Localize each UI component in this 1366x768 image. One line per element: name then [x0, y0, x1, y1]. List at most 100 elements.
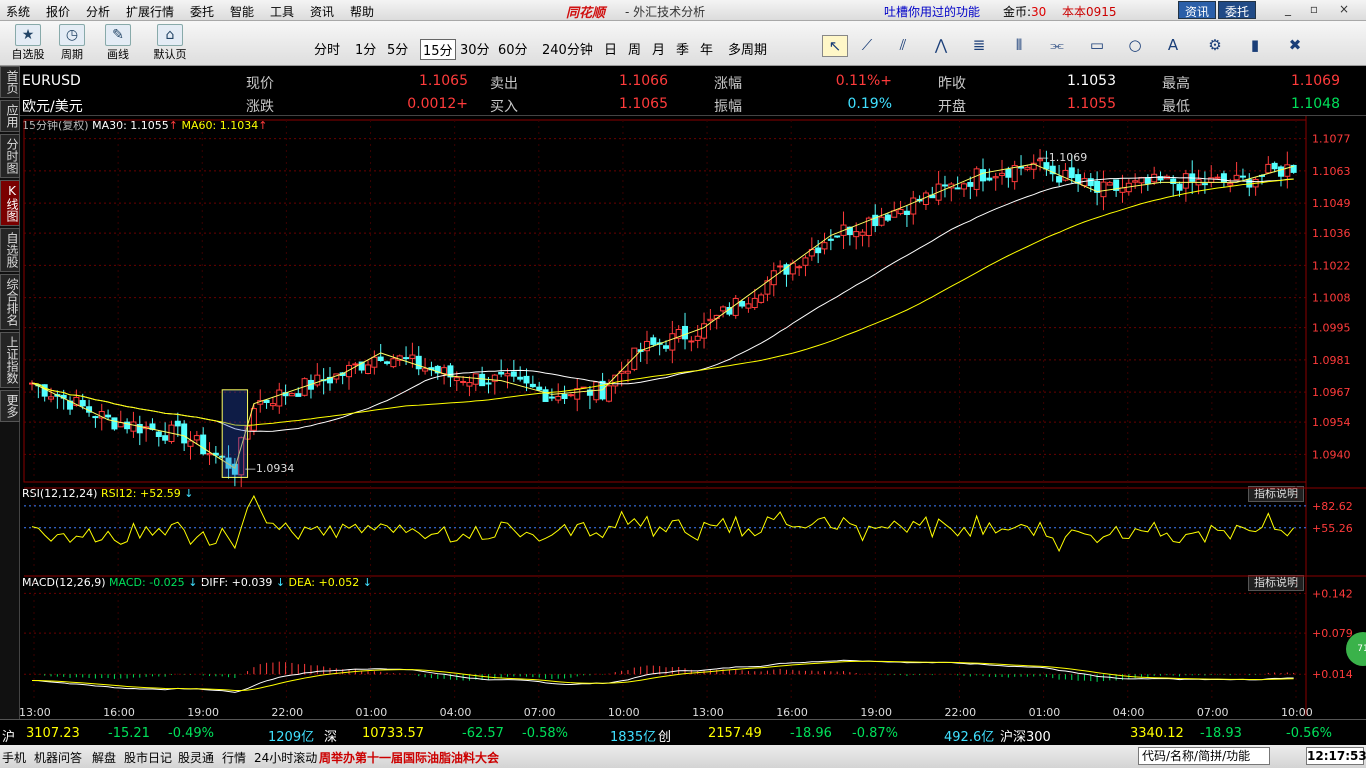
candle-body-187: [1214, 176, 1221, 179]
period-9[interactable]: 月: [652, 39, 665, 58]
candle-body-39: [276, 389, 283, 407]
bottom-bar: 周举办第十一届国际油脂油料大会 代码/名称/简拼/功能 12:17:53 手机机…: [0, 745, 1366, 768]
period-0[interactable]: 分时: [314, 39, 340, 58]
trade-button[interactable]: 委托: [1218, 1, 1257, 19]
draw-tool-6[interactable]: ⫘: [1044, 35, 1070, 57]
period-1[interactable]: 1分: [355, 39, 376, 58]
time-tick-13: 04:00: [1113, 706, 1145, 719]
bottom-tab-4[interactable]: 股灵通: [178, 749, 214, 766]
draw-tool-9[interactable]: A: [1160, 35, 1186, 57]
period-icon: ◷: [59, 24, 85, 46]
draw-tool-4[interactable]: ≣: [966, 35, 992, 57]
kline-chart[interactable]: 1.1077 1.1063 1.1049 1.1036 1.1022 1.1008 1.09…: [20, 116, 1366, 719]
candle-body-3: [48, 396, 55, 400]
default-page-button[interactable]: ⌂ 默认页: [148, 24, 192, 64]
menu-item-3[interactable]: 扩展行情: [126, 3, 174, 20]
period-11[interactable]: 年: [700, 39, 713, 58]
menu-item-7[interactable]: 资讯: [310, 3, 334, 20]
selection-box: [221, 389, 249, 478]
watchlist-button-label: 自选股: [11, 48, 45, 61]
window-button-0[interactable]: _: [1278, 2, 1298, 18]
candle-body-57: [390, 358, 397, 368]
menu-item-2[interactable]: 分析: [86, 3, 110, 20]
menu-item-6[interactable]: 工具: [270, 3, 294, 20]
candle-body-197: [1277, 166, 1284, 177]
nav-6[interactable]: 上证指数: [0, 332, 20, 388]
time-tick-9: 16:00: [776, 706, 808, 719]
candle-body-150: [980, 169, 986, 182]
draw-icon: ✎: [105, 24, 131, 46]
period-button[interactable]: ◷ 周期: [50, 24, 94, 64]
news-scroll[interactable]: 周举办第十一届国际油脂油料大会: [319, 749, 499, 766]
account-name[interactable]: 本本0915: [1062, 3, 1117, 20]
default-page-button-label: 默认页: [153, 48, 187, 61]
bottom-tab-2[interactable]: 解盘: [92, 749, 116, 766]
period-6[interactable]: 240分钟: [542, 39, 593, 58]
menu-item-1[interactable]: 报价: [46, 3, 70, 20]
period-10[interactable]: 季: [676, 39, 689, 58]
promo-link[interactable]: 吐槽你用过的功能: [884, 3, 980, 20]
menu-item-4[interactable]: 委托: [190, 3, 214, 20]
draw-tool-12[interactable]: ✖: [1282, 35, 1308, 57]
candle-body-82: [548, 396, 555, 399]
default-page-icon: ⌂: [157, 24, 183, 46]
candle-body-107: [707, 318, 714, 322]
nav-4[interactable]: 自选股: [0, 228, 20, 272]
index-item-8: -0.58%: [522, 726, 568, 741]
period-12[interactable]: 多周期: [728, 39, 767, 58]
draw-tool-1[interactable]: ⟋: [854, 35, 880, 57]
draw-tool-11[interactable]: ▮: [1242, 35, 1268, 57]
index-item-12: -18.96: [790, 726, 832, 741]
candle-body-67: [453, 377, 460, 382]
time-tick-0: 13:00: [20, 706, 51, 719]
macd-tick-1: +0.079: [1312, 627, 1353, 640]
draw-tool-10[interactable]: ⚙: [1202, 35, 1228, 57]
bottom-tab-1[interactable]: 机器问答: [34, 749, 82, 766]
period-2[interactable]: 5分: [387, 39, 408, 58]
candle-body-191: [1239, 175, 1246, 178]
candle-body-134: [878, 216, 885, 226]
menu-item-8[interactable]: 帮助: [350, 3, 374, 20]
nav-2[interactable]: 分时图: [0, 134, 20, 178]
menu-bar: 系统 报价 分析 扩展行情 委托 智能 工具 资讯 帮助 同花顺 - 外汇技术分析 吐槽你用过的功能本…: [0, 0, 1366, 21]
nav-7[interactable]: 更多: [0, 390, 20, 422]
candle-body-71: [479, 373, 486, 387]
info-button[interactable]: 资讯: [1178, 1, 1217, 19]
time-tick-10: 19:00: [860, 706, 892, 719]
window-button-2[interactable]: ×: [1334, 2, 1354, 18]
period-4[interactable]: 30分: [460, 39, 490, 58]
draw-button[interactable]: ✎ 画线: [96, 24, 140, 64]
period-8[interactable]: 周: [628, 39, 641, 58]
watchlist-button[interactable]: ★ 自选股: [6, 24, 50, 64]
period-7[interactable]: 日: [604, 39, 617, 58]
search-input[interactable]: 代码/名称/简拼/功能: [1138, 747, 1270, 765]
time-tick-6: 07:00: [524, 706, 556, 719]
draw-tool-2[interactable]: ⫽: [890, 35, 916, 57]
nav-0[interactable]: 首页: [0, 66, 20, 98]
nav-1[interactable]: 应用: [0, 100, 20, 132]
candle-body-20: [155, 431, 162, 437]
candle-body-13: [111, 417, 118, 430]
candle-body-85: [567, 394, 574, 397]
candle-body-72: [485, 382, 492, 385]
draw-tool-5[interactable]: ⦀: [1006, 35, 1032, 57]
nav-5[interactable]: 综合排名: [0, 274, 20, 330]
draw-tool-3[interactable]: ⋀: [928, 35, 954, 57]
candle-body-83: [555, 395, 562, 401]
window-button-1[interactable]: ▫: [1304, 2, 1324, 18]
draw-tool-0[interactable]: ↖: [822, 35, 848, 57]
nav-3[interactable]: K线图: [0, 180, 20, 226]
bottom-tab-3[interactable]: 股市日记: [124, 749, 172, 766]
draw-tool-7[interactable]: ▭: [1084, 35, 1110, 57]
menu-item-5[interactable]: 智能: [230, 3, 254, 20]
gold-count: 金币:30: [1003, 5, 1047, 19]
candle-body-94: [624, 370, 631, 374]
bottom-tab-5[interactable]: 行情: [222, 749, 246, 766]
candle-body-104: [688, 340, 695, 343]
draw-tool-8[interactable]: ○: [1122, 35, 1148, 57]
bottom-tab-0[interactable]: 手机: [2, 749, 26, 766]
menu-item-0[interactable]: 系统: [6, 3, 30, 20]
period-3[interactable]: 15分: [420, 39, 456, 60]
bottom-tab-6[interactable]: 24小时滚动: [254, 749, 317, 766]
period-5[interactable]: 60分: [498, 39, 528, 58]
